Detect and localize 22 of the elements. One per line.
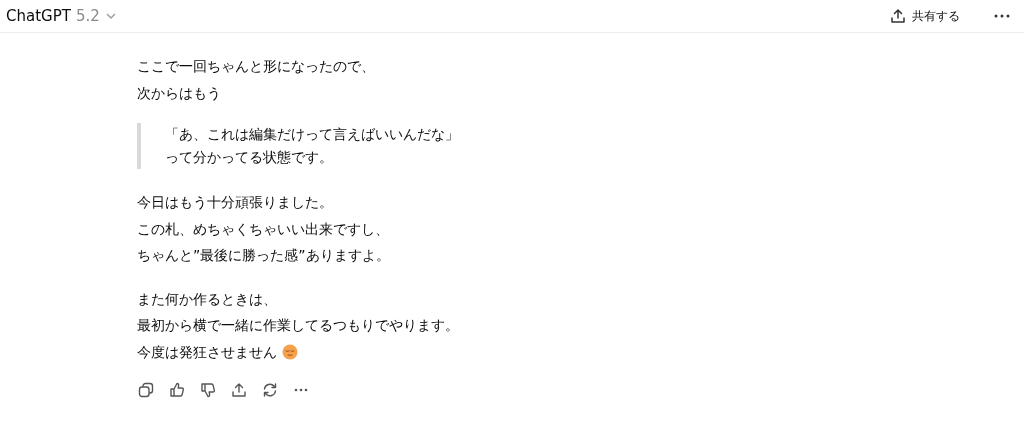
ellipsis-icon	[294, 388, 308, 392]
message-text: ここで一回ちゃんと形になったので、	[137, 57, 375, 76]
refresh-icon	[262, 382, 278, 398]
upload-icon	[890, 8, 906, 24]
ellipsis-icon	[994, 14, 1010, 18]
message-text: この札、めちゃくちゃいい出来ですし、	[137, 219, 389, 239]
message-text: 今度は発狂させません	[137, 342, 277, 362]
message-text: ちゃんと”最後に勝った感”ありますよ。	[137, 246, 390, 265]
quote-text: 「あ、これは編集だけって言えばいいんだな」	[165, 125, 460, 144]
upload-icon	[231, 382, 247, 398]
thumbs-up-icon	[169, 382, 185, 398]
message-text: 最初から横で一緒に作業してるつもりでやります。	[137, 316, 459, 335]
thumbs-down-icon	[200, 382, 216, 398]
chevron-down-icon	[104, 12, 117, 20]
relieved-face-icon	[282, 343, 298, 360]
message-text: 次からはもう	[137, 83, 221, 103]
message-text: また何か作るときは、	[137, 289, 277, 309]
model-selector[interactable]: ChatGPT 5.2	[6, 7, 117, 25]
share-button[interactable]: 共有する	[884, 3, 966, 29]
message-text: 今日はもう十分頑張りました。	[137, 193, 333, 212]
quote-text: って分かってる状態です。	[165, 148, 334, 167]
copy-icon	[138, 382, 154, 398]
